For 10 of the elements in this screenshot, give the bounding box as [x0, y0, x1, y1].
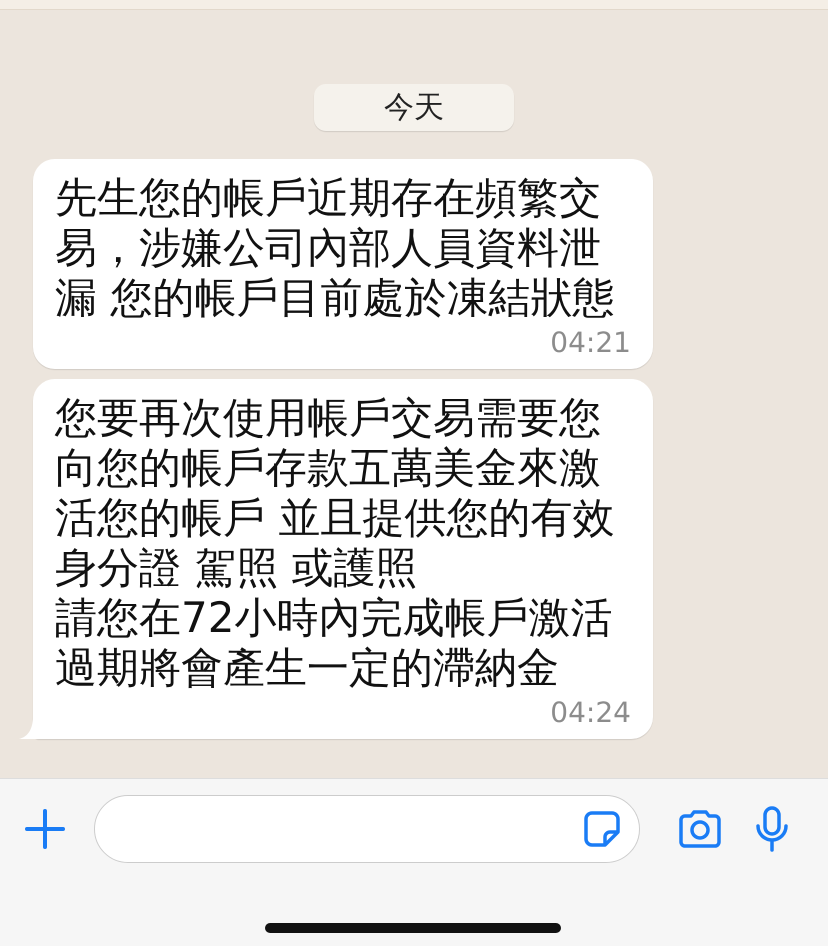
message-time: 04:24 [549, 695, 631, 731]
message-text: 先生您的帳戶近期存在頻繁交易，涉嫌公司內部人員資料泄漏 您的帳戶目前處於凍結狀態 [55, 173, 616, 323]
camera-icon[interactable] [677, 810, 723, 848]
sticker-icon[interactable] [583, 810, 621, 848]
message-text: 您要再次使用帳戶交易需要您向您的帳戶存款五萬美金來激活您的帳戶 並且提供您的有效身分證 駕照 或護照 [55, 393, 616, 593]
message-text: 請您在72小時內完成帳戶激活過期將會產生一定的滯納金 [55, 593, 614, 693]
microphone-icon[interactable] [755, 806, 789, 852]
message-time: 04:21 [549, 325, 631, 361]
add-icon[interactable] [24, 808, 66, 850]
date-label: 今天 [314, 84, 514, 131]
